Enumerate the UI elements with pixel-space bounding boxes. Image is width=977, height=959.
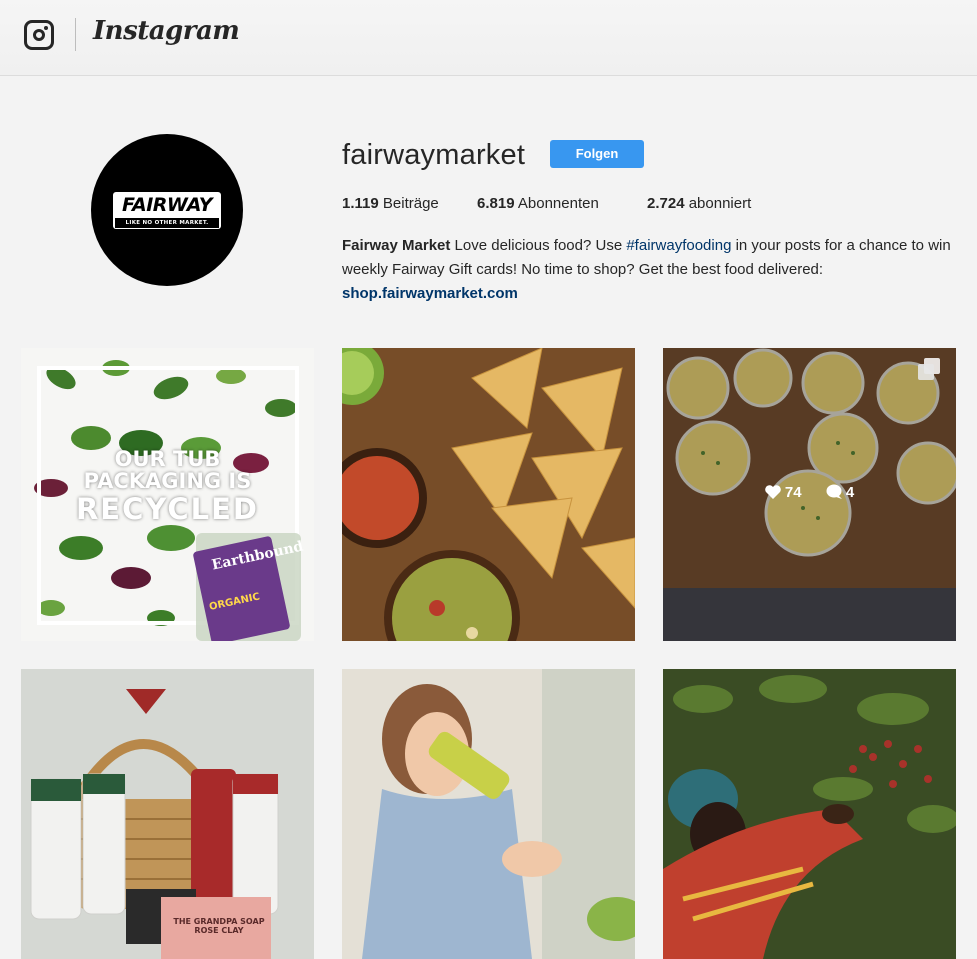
posts-label: Beiträge — [382, 195, 439, 212]
post-text-line-2: PACKAGING IS — [83, 469, 252, 493]
post-image-coffee-farmer — [663, 669, 956, 959]
product-label-line-1: THE GRANDPA SOAP — [173, 917, 265, 926]
post-tile-gift-basket[interactable]: THE GRANDPA SOAP ROSE CLAY — [21, 669, 314, 959]
following-stat[interactable]: 2.724 abonniert — [647, 195, 751, 212]
following-label: abonniert — [688, 195, 752, 212]
instagram-camera-icon[interactable] — [24, 20, 54, 50]
posts-stat: 1.119 Beiträge — [342, 195, 439, 212]
posts-count: 1.119 — [342, 195, 379, 212]
post-tile-chips[interactable] — [342, 348, 635, 641]
post-hover-stats: 74 4 — [663, 484, 956, 501]
camera-lens — [33, 29, 45, 41]
bio-website-link[interactable]: shop.fairwaymarket.com — [342, 282, 952, 306]
post-tile-salad[interactable]: ORGANIC OUR TUB PACKAGING IS RECYCLED Ea… — [21, 348, 314, 641]
bio-hashtag-link[interactable]: #fairwayfooding — [626, 237, 731, 254]
bio-name: Fairway Market — [342, 237, 451, 254]
product-label: THE GRANDPA SOAP ROSE CLAY — [169, 917, 269, 935]
post-tile-green-juice[interactable] — [342, 669, 635, 959]
following-count: 2.724 — [647, 195, 685, 212]
post-comments: 4 — [826, 484, 855, 501]
top-navigation-bar: Instagram — [0, 0, 977, 76]
post-likes: 74 — [764, 484, 806, 501]
post-overlay-text: OUR TUB PACKAGING IS RECYCLED — [21, 448, 314, 526]
profile-username: fairwaymarket — [342, 139, 526, 171]
camera-flash-dot — [44, 26, 48, 30]
post-image-gift-basket — [21, 669, 314, 959]
post-tile-muffins[interactable]: 74 4 — [663, 348, 956, 641]
product-label-line-2: ROSE CLAY — [194, 926, 244, 935]
post-image-chips — [342, 348, 635, 641]
followers-label: Abonnenten — [517, 195, 599, 212]
avatar-logo-tagline: LIKE NO OTHER MARKET. — [125, 220, 209, 226]
post-comments-count: 4 — [845, 484, 855, 501]
header-divider — [75, 18, 76, 51]
followers-stat[interactable]: 6.819 Abonnenten — [477, 195, 599, 212]
avatar-logo-text: FAIRWAY — [122, 194, 213, 216]
instagram-wordmark[interactable]: Instagram — [93, 16, 240, 46]
bio-text-1: Love delicious food? Use — [450, 237, 627, 254]
follow-button[interactable]: Folgen — [550, 140, 644, 168]
heart-icon — [764, 485, 781, 499]
comment-icon — [826, 484, 842, 499]
profile-avatar[interactable]: FAIRWAY LIKE NO OTHER MARKET. — [91, 134, 243, 286]
profile-bio: Fairway Market Love delicious food? Use … — [342, 234, 952, 306]
post-tile-coffee-farmer[interactable] — [663, 669, 956, 959]
post-text-line-1: OUR TUB — [114, 447, 221, 471]
followers-count: 6.819 — [477, 195, 515, 212]
post-likes-count: 74 — [784, 484, 802, 501]
post-image-green-juice — [342, 669, 635, 959]
multiple-photos-icon — [918, 358, 940, 380]
post-text-line-3: RECYCLED — [75, 492, 260, 526]
